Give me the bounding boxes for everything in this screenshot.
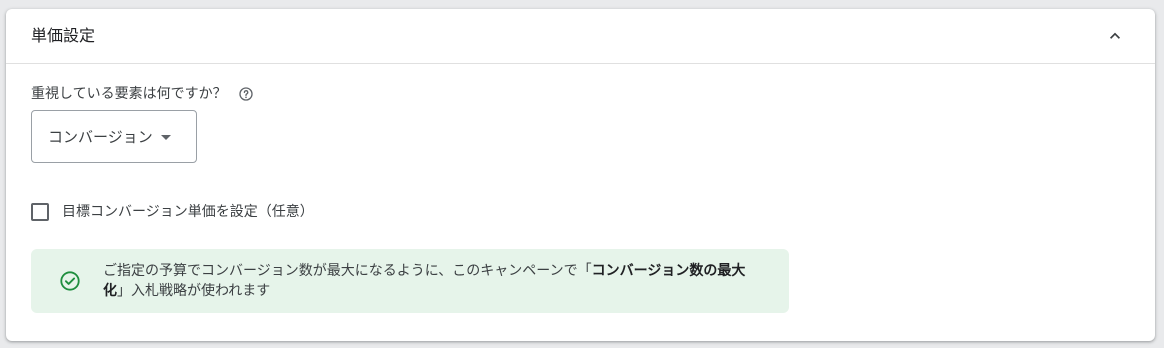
card-header[interactable]: 単価設定 xyxy=(6,9,1155,64)
info-text-before: ご指定の予算でコンバージョン数が最大になるように、このキャンペーンで「 xyxy=(103,263,592,279)
focus-dropdown[interactable]: コンバージョン xyxy=(31,110,197,163)
collapse-button[interactable] xyxy=(1101,23,1129,49)
strategy-info-banner: ご指定の予算でコンバージョン数が最大になるように、このキャンペーンで「コンバージ… xyxy=(31,249,789,313)
target-cpa-option[interactable]: 目標コンバージョン単価を設定（任意） xyxy=(31,202,314,222)
target-cpa-checkbox[interactable] xyxy=(31,203,49,221)
strategy-info-text: ご指定の予算でコンバージョン数が最大になるように、このキャンペーンで「コンバージ… xyxy=(103,261,763,301)
help-circle-icon xyxy=(238,87,253,101)
question-label: 重視している要素は何ですか？ xyxy=(31,86,227,102)
caret-down-icon xyxy=(160,135,171,140)
info-text-after: 」入札戦略が使われます xyxy=(117,283,271,299)
section-title: 単価設定 xyxy=(31,26,96,45)
focus-question: 重視している要素は何ですか？ xyxy=(31,84,255,104)
target-cpa-label: 目標コンバージョン単価を設定（任意） xyxy=(62,204,314,220)
check-circle-icon xyxy=(60,271,80,291)
dropdown-value: コンバージョン xyxy=(48,128,153,146)
chevron-up-icon xyxy=(1110,32,1120,39)
help-button[interactable] xyxy=(237,85,255,103)
bidding-settings-card: 単価設定 重視している要素は何ですか？ コンバージョン 目標コンバージョン単価を… xyxy=(6,9,1155,341)
